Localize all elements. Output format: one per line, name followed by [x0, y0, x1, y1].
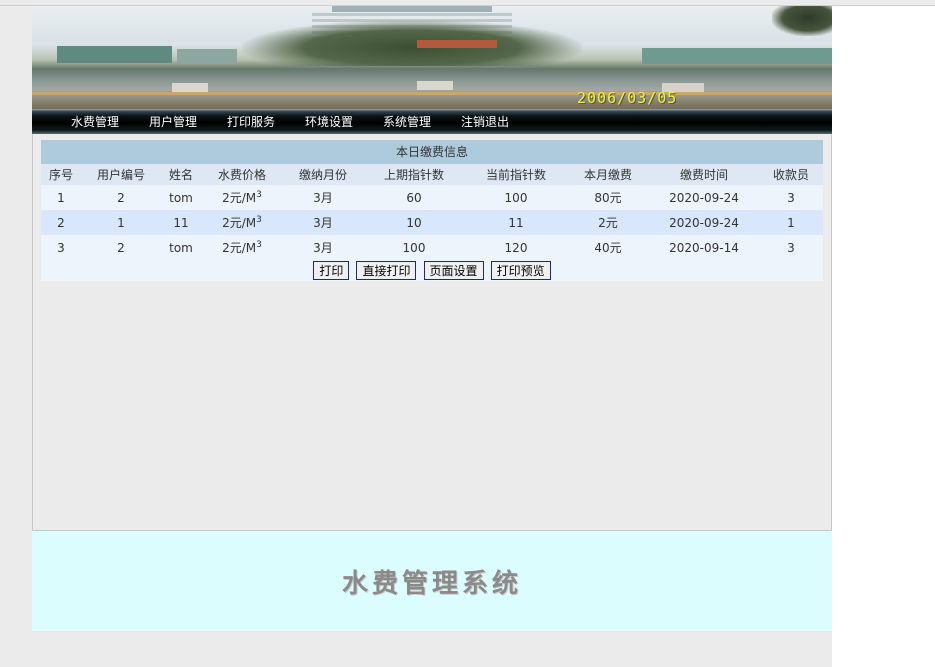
cell-price: 2元/M3 — [201, 235, 283, 260]
right-blank-area — [832, 6, 935, 667]
cell-prev-reading: 100 — [363, 235, 465, 260]
cell-cashier: 3 — [759, 185, 823, 210]
header-prev-reading: 上期指针数 — [363, 164, 465, 185]
payment-table-wrapper: 本日缴费信息 序号 用户编号 姓名 水费价格 缴纳月份 上期指针数 当前指针数 — [41, 140, 823, 281]
cell-curr-reading: 100 — [465, 185, 567, 210]
header-curr-reading: 当前指针数 — [465, 164, 567, 185]
cell-time: 2020-09-24 — [649, 185, 759, 210]
nav-environment-settings[interactable]: 环境设置 — [305, 113, 353, 130]
trees-graphic — [242, 20, 582, 66]
cell-user-no: 1 — [81, 210, 161, 235]
nav-user-management[interactable]: 用户管理 — [149, 113, 197, 130]
print-button[interactable]: 打印 — [313, 261, 350, 280]
footer: 水费管理系统 — [32, 531, 832, 631]
header-user-no: 用户编号 — [81, 164, 161, 185]
page-container: 2006/03/05 水费管理 用户管理 打印服务 环境设置 系统管理 注销退出… — [32, 6, 832, 631]
cell-serial: 1 — [41, 185, 81, 210]
cell-name: tom — [161, 185, 201, 210]
table-row: 3 2 tom 2元/M3 3月 100 120 40元 2020-09-14 … — [41, 235, 823, 260]
cell-prev-reading: 60 — [363, 185, 465, 210]
cell-time: 2020-09-14 — [649, 235, 759, 260]
header-price: 水费价格 — [201, 164, 283, 185]
photo-date-stamp: 2006/03/05 — [577, 89, 678, 107]
banner-image: 2006/03/05 — [32, 6, 832, 109]
table-caption: 本日缴费信息 — [41, 140, 823, 164]
cell-cashier: 3 — [759, 235, 823, 260]
header-cashier: 收款员 — [759, 164, 823, 185]
cell-time: 2020-09-24 — [649, 210, 759, 235]
cell-month: 3月 — [283, 185, 363, 210]
table-row: 2 1 11 2元/M3 3月 10 11 2元 2020-09-24 1 — [41, 210, 823, 235]
nav-water-fee[interactable]: 水费管理 — [71, 113, 119, 130]
cell-user-no: 2 — [81, 235, 161, 260]
cell-fee: 40元 — [567, 235, 649, 260]
header-serial: 序号 — [41, 164, 81, 185]
cell-fee: 2元 — [567, 210, 649, 235]
nav-logout[interactable]: 注销退出 — [461, 113, 509, 130]
cell-user-no: 2 — [81, 185, 161, 210]
header-time: 缴费时间 — [649, 164, 759, 185]
cell-month: 3月 — [283, 235, 363, 260]
cell-curr-reading: 120 — [465, 235, 567, 260]
print-button-row: 打印 直接打印 页面设置 打印预览 — [41, 260, 823, 281]
print-preview-button[interactable]: 打印预览 — [490, 261, 551, 280]
nav-print-service[interactable]: 打印服务 — [227, 113, 275, 130]
cell-serial: 3 — [41, 235, 81, 260]
main-nav: 水费管理 用户管理 打印服务 环境设置 系统管理 注销退出 — [32, 109, 832, 134]
header-month: 缴纳月份 — [283, 164, 363, 185]
cell-serial: 2 — [41, 210, 81, 235]
cell-fee: 80元 — [567, 185, 649, 210]
page-setup-button[interactable]: 页面设置 — [423, 261, 484, 280]
cell-name: 11 — [161, 210, 201, 235]
table-header-row: 序号 用户编号 姓名 水费价格 缴纳月份 上期指针数 当前指针数 本月缴费 缴费… — [41, 164, 823, 185]
cell-name: tom — [161, 235, 201, 260]
nav-system-management[interactable]: 系统管理 — [383, 113, 431, 130]
table-row: 1 2 tom 2元/M3 3月 60 100 80元 2020-09-24 3 — [41, 185, 823, 210]
header-name: 姓名 — [161, 164, 201, 185]
cell-curr-reading: 11 — [465, 210, 567, 235]
cell-cashier: 1 — [759, 210, 823, 235]
content-panel: 本日缴费信息 序号 用户编号 姓名 水费价格 缴纳月份 上期指针数 当前指针数 — [32, 134, 832, 531]
direct-print-button[interactable]: 直接打印 — [356, 261, 417, 280]
payment-table: 序号 用户编号 姓名 水费价格 缴纳月份 上期指针数 当前指针数 本月缴费 缴费… — [41, 164, 823, 260]
cell-month: 3月 — [283, 210, 363, 235]
header-fee: 本月缴费 — [567, 164, 649, 185]
cell-prev-reading: 10 — [363, 210, 465, 235]
system-name: 水费管理系统 — [341, 569, 522, 599]
cell-price: 2元/M3 — [201, 185, 283, 210]
cell-price: 2元/M3 — [201, 210, 283, 235]
